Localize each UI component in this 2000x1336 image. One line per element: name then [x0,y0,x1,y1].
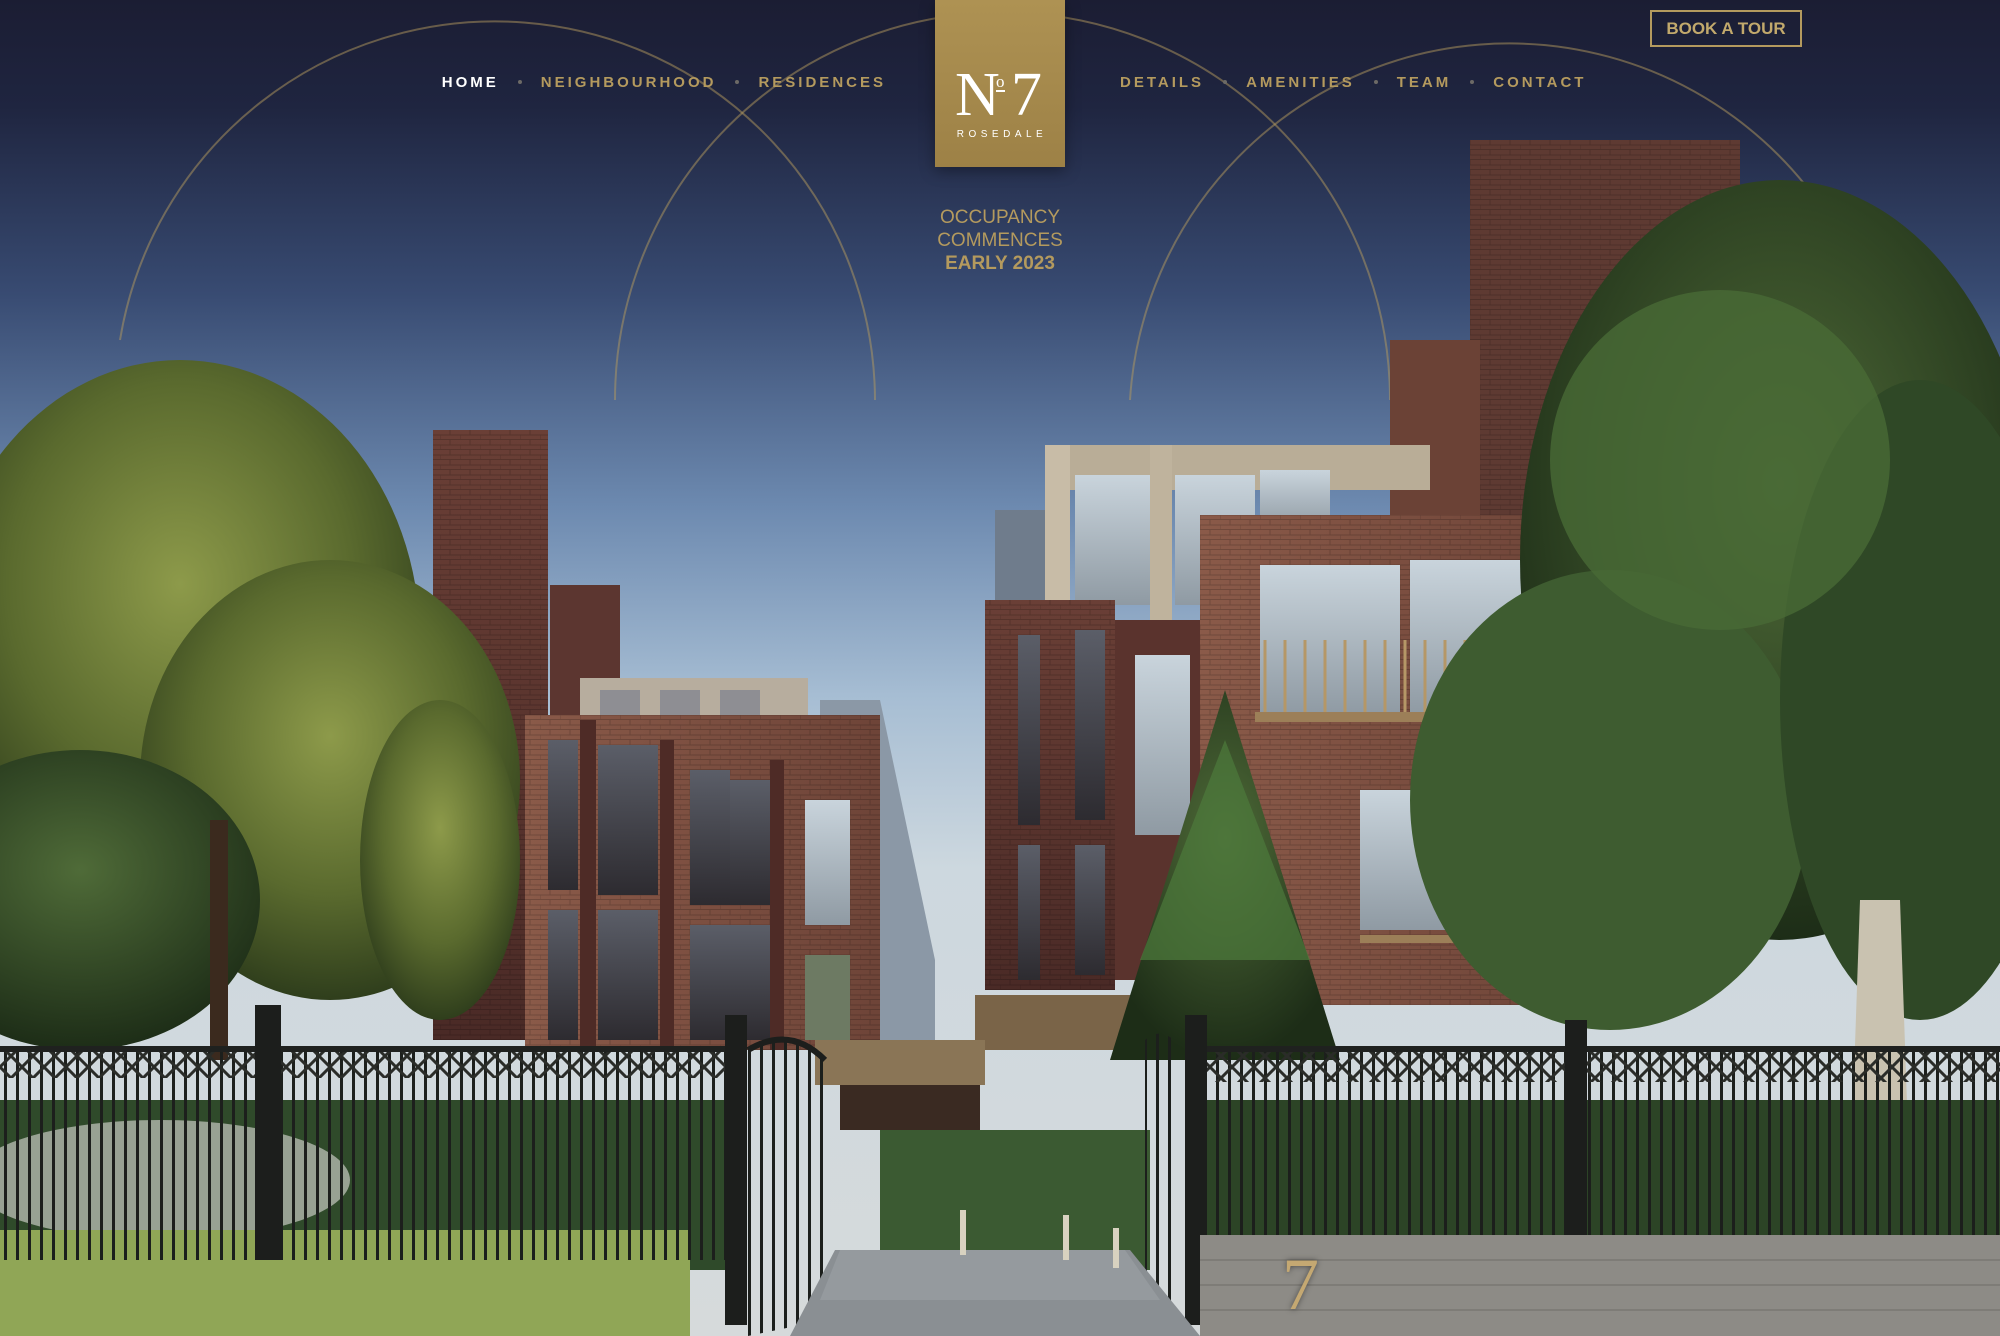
logo-subtitle: ROSEDALE [956,129,1048,140]
nav-home-link[interactable]: HOME [442,74,499,91]
address-number: 7 [1282,1244,1319,1326]
site-logo[interactable]: N o 7 ROSEDALE [935,0,1065,167]
occupancy-date: EARLY 2023 [945,253,1055,274]
nav-separator-dot [517,80,522,84]
occupancy-tagline: OCCUPANCY COMMENCES EARLY 2023 [840,206,1160,275]
primary-nav-left: HOME NEIGHBOURHOOD RESIDENCES [442,72,886,92]
occupancy-line-2: COMMENCES [937,230,1063,251]
book-a-tour-button[interactable]: BOOK A TOUR [1650,10,1802,47]
nav-separator-dot [1373,80,1378,84]
nav-separator-dot [1470,80,1475,84]
occupancy-line-1: OCCUPANCY [940,207,1060,228]
nav-separator-dot [735,80,740,84]
nav-team-link[interactable]: TEAM [1397,74,1452,91]
logo-numero-o: o [996,72,1005,92]
primary-nav-right: DETAILS AMENITIES TEAM CONTACT [1120,72,1586,92]
nav-amenities-link[interactable]: AMENITIES [1246,74,1355,91]
hero-building-rendering [0,0,2000,1336]
nav-neighbourhood-link[interactable]: NEIGHBOURHOOD [541,74,717,91]
logo-number: 7 [1011,61,1042,129]
nav-details-link[interactable]: DETAILS [1120,74,1204,91]
nav-separator-dot [1223,80,1228,84]
logo-letter-n: N [955,61,1000,129]
nav-residences-link[interactable]: RESIDENCES [758,74,886,91]
nav-contact-link[interactable]: CONTACT [1493,74,1586,91]
